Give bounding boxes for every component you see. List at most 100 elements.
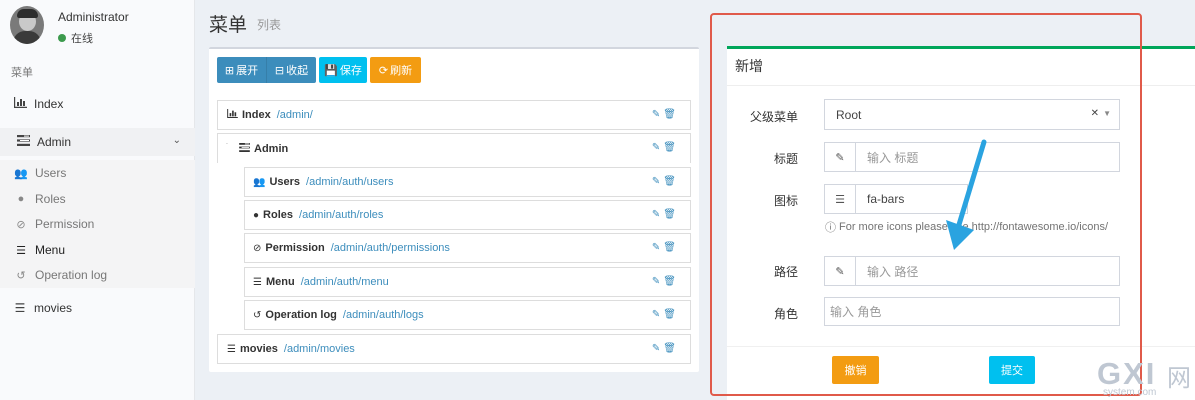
sidebar-item-label: Operation log — [35, 268, 108, 282]
tree-item-title: Permission — [265, 242, 325, 254]
watermark-suffix: 网 — [1167, 365, 1191, 392]
sidebar-item-admin[interactable]: Admin ⌄ — [0, 128, 195, 156]
tree-item-permission[interactable]: ⊘ Permission /admin/auth/permissions ✎ 🗑 — [244, 233, 691, 263]
tree-item-uri[interactable]: /admin/auth/roles — [299, 209, 383, 221]
tasks-icon — [239, 142, 250, 155]
form-footer-divider — [727, 346, 1195, 347]
submenu: 👥 Users ● Roles ⊘ Permission ☰ Menu ↺ Op… — [0, 160, 195, 288]
tree-item-title: Operation log — [265, 309, 337, 321]
uri-input-group: ✎ 输入 路径 — [824, 256, 1120, 286]
sidebar-item-roles[interactable]: ● Roles — [0, 187, 195, 211]
parent-menu-label: 父级菜单 — [749, 110, 798, 124]
bar-chart-icon — [227, 109, 238, 121]
collapse-caret-icon[interactable]: ˙ — [226, 142, 229, 151]
user-name: Administrator — [58, 10, 129, 24]
uri-input[interactable]: 输入 路径 — [856, 256, 1120, 286]
tree-item-title: Roles — [263, 209, 294, 221]
trash-icon[interactable]: 🗑 — [663, 343, 676, 354]
page-subtitle: 列表 — [257, 18, 282, 32]
users-icon: 👥 — [14, 167, 28, 180]
edit-icon[interactable]: ✎ — [652, 109, 660, 120]
roles-label: 角色 — [773, 307, 798, 321]
roles-input[interactable]: 输入 角色 — [824, 297, 1120, 326]
info-circle-icon: ⓘ — [825, 222, 836, 234]
submit-button[interactable]: 提交 — [989, 356, 1035, 384]
refresh-button[interactable]: ⟳ 刷新 — [370, 57, 421, 83]
sidebar-item-label: Permission — [35, 217, 95, 231]
tree-item-index[interactable]: Index /admin/ ✎ 🗑 — [217, 100, 691, 130]
annotation-arrow-icon — [946, 139, 987, 250]
save-icon: 💾 — [324, 64, 338, 77]
minus-square-icon: ⊟ — [274, 64, 285, 77]
sidebar-item-label: movies — [34, 301, 73, 315]
watermark: GXI 网 system.com — [1097, 356, 1193, 400]
tree-item-uri[interactable]: /admin/movies — [284, 343, 355, 355]
tree-item-uri[interactable]: /admin/auth/users — [306, 176, 393, 188]
sidebar-item-label: Users — [35, 166, 67, 180]
trash-icon[interactable]: 🗑 — [663, 209, 676, 220]
tree-item-menu[interactable]: ☰ Menu /admin/auth/menu ✎ 🗑 — [244, 267, 691, 297]
plus-square-icon: ⊞ — [224, 64, 235, 77]
tree-item-operation-log[interactable]: ↺ Operation log /admin/auth/logs ✎ 🗑 — [244, 300, 691, 330]
sidebar: Administrator 在线 菜单 Index Admin ⌄ 👥 User… — [0, 0, 195, 400]
sidebar-item-index[interactable]: Index — [0, 91, 195, 117]
tree-item-roles[interactable]: ● Roles /admin/auth/roles ✎ 🗑 — [244, 200, 691, 230]
sidebar-item-operation-log[interactable]: ↺ Operation log — [0, 263, 195, 287]
tree-item-users[interactable]: 👥 Users /admin/auth/users ✎ 🗑 — [244, 167, 691, 197]
online-dot-icon — [58, 34, 66, 42]
edit-icon[interactable]: ✎ — [652, 242, 660, 253]
refresh-icon: ⟳ — [378, 64, 389, 77]
bars-icon: ☰ — [253, 276, 262, 288]
parent-menu-select[interactable]: Root ✕ ▼ — [824, 99, 1120, 130]
clear-icon[interactable]: ✕ — [1091, 108, 1099, 119]
menu-header: 菜单 — [11, 67, 33, 79]
user-panel: Administrator 在线 — [10, 6, 190, 46]
history-icon: ↺ — [16, 269, 26, 282]
tree-item-title: Users — [269, 176, 301, 188]
expand-button[interactable]: ⊞ 展开 — [217, 57, 266, 83]
tree-item-title: Index — [242, 109, 271, 121]
edit-icon[interactable]: ✎ — [652, 142, 660, 153]
tree-item-uri[interactable]: /admin/auth/logs — [343, 309, 424, 321]
pencil-icon: ✎ — [824, 142, 856, 172]
history-icon: ↺ — [253, 309, 262, 321]
page-title: 菜单 — [209, 15, 248, 36]
edit-icon[interactable]: ✎ — [652, 343, 660, 354]
collapse-button[interactable]: ⊟ 收起 — [266, 57, 316, 83]
uri-label: 路径 — [773, 265, 798, 279]
icon-label: 图标 — [773, 194, 798, 208]
ban-icon: ⊘ — [253, 242, 262, 254]
trash-icon[interactable]: 🗑 — [663, 176, 676, 187]
bar-chart-icon — [12, 97, 28, 111]
edit-icon[interactable]: ✎ — [652, 176, 660, 187]
sidebar-item-users[interactable]: 👥 Users — [0, 161, 195, 185]
pencil-icon: ✎ — [824, 256, 856, 286]
tree-item-uri[interactable]: /admin/auth/menu — [301, 276, 389, 288]
tree-item-title: Admin — [254, 142, 289, 155]
sidebar-item-permission[interactable]: ⊘ Permission — [0, 212, 195, 236]
trash-icon[interactable]: 🗑 — [663, 109, 676, 120]
save-button[interactable]: 💾 保存 — [319, 57, 367, 83]
users-icon: 👥 — [253, 176, 266, 188]
trash-icon[interactable]: 🗑 — [663, 142, 676, 153]
avatar[interactable] — [10, 6, 44, 44]
trash-icon[interactable]: 🗑 — [663, 309, 676, 320]
sidebar-item-movies[interactable]: ☰ movies — [0, 295, 195, 321]
trash-icon[interactable]: 🗑 — [663, 276, 676, 287]
edit-icon[interactable]: ✎ — [652, 209, 660, 220]
bars-icon: ☰ — [227, 343, 236, 355]
tree-item-admin[interactable]: ˙ Admin ✎ 🗑 — [217, 133, 691, 163]
title-label: 标题 — [773, 152, 798, 166]
watermark-domain: system.com — [1103, 387, 1157, 398]
edit-icon[interactable]: ✎ — [652, 276, 660, 287]
tree-item-uri[interactable]: /admin/ — [277, 109, 313, 121]
reset-button[interactable]: 撤销 — [832, 356, 879, 384]
tree-item-uri[interactable]: /admin/auth/permissions — [331, 242, 450, 254]
bars-icon: ☰ — [16, 244, 26, 257]
sidebar-item-menu[interactable]: ☰ Menu — [0, 238, 195, 262]
trash-icon[interactable]: 🗑 — [663, 242, 676, 253]
form-divider — [727, 85, 1195, 86]
edit-icon[interactable]: ✎ — [652, 309, 660, 320]
user-icon: ● — [253, 209, 260, 221]
tree-item-movies[interactable]: ☰ movies /admin/movies ✎ 🗑 — [217, 334, 691, 364]
